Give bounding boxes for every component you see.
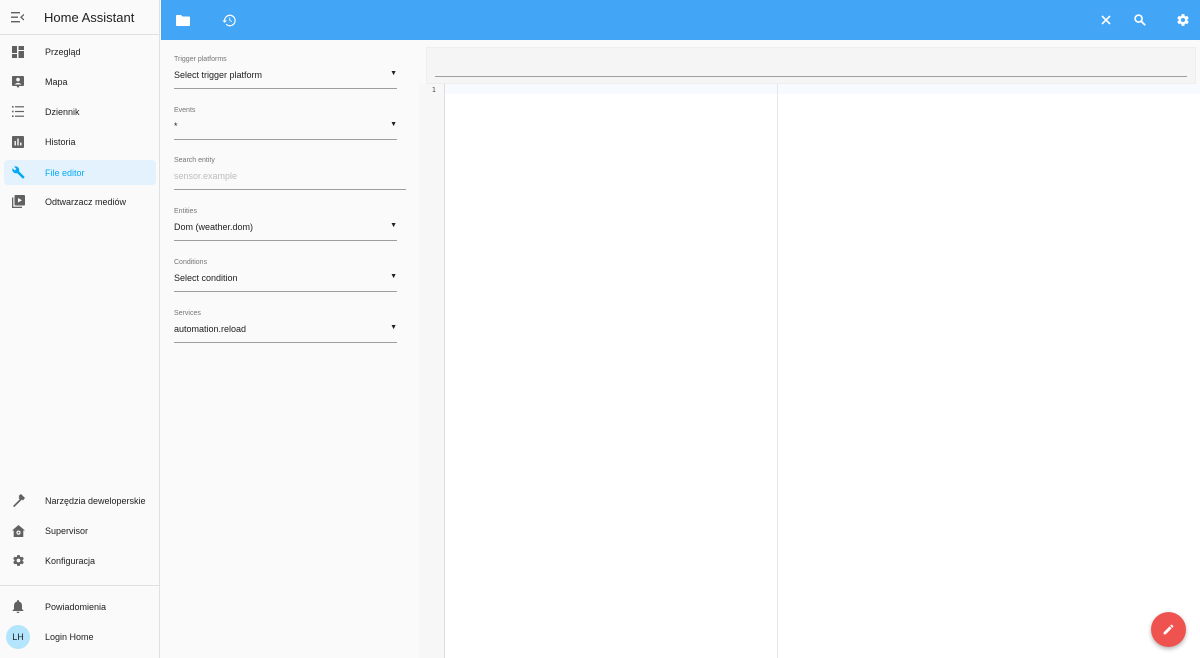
search-button[interactable] [1130, 10, 1150, 30]
field-value-row: Dom (weather.dom) ▼ [174, 222, 397, 232]
field-value: automation.reload [174, 324, 247, 334]
field-value: * [174, 121, 178, 131]
sidebar-item-label: Dziennik [45, 106, 80, 117]
edit-fab-button[interactable] [1151, 612, 1186, 647]
field-label: Events [174, 107, 196, 114]
field-underline [174, 139, 397, 140]
map-account-icon [5, 75, 31, 88]
logbook-list-icon [5, 106, 31, 117]
field-value: Select trigger platform [174, 70, 263, 80]
user-name: Login Home [45, 631, 94, 642]
dropdown-arrow-icon: ▼ [390, 70, 397, 77]
editor-gutter: 1 [419, 84, 445, 658]
events-select[interactable]: Events * ▼ [174, 107, 397, 140]
gear-icon [1177, 14, 1189, 26]
sidebar-item-historia[interactable]: Historia [4, 129, 156, 154]
dropdown-arrow-icon: ▼ [390, 324, 397, 331]
sidebar-item-label: Mapa [45, 76, 68, 87]
dropdown-arrow-icon: ▼ [390, 121, 397, 128]
field-underline [174, 240, 397, 241]
hammer-icon [5, 494, 31, 507]
sidebar-item-supervisor[interactable]: Supervisor [4, 518, 156, 543]
field-underline [174, 342, 397, 343]
field-value-row: * ▼ [174, 121, 397, 131]
avatar: LH [6, 624, 30, 649]
app-title: Home Assistant [44, 9, 135, 25]
dashboard-icon [5, 45, 31, 58]
print-margin [777, 84, 778, 658]
folder-icon [176, 14, 190, 26]
sidebar-item-przeglad[interactable]: Przegląd [4, 39, 156, 64]
search-entity-input[interactable]: Search entity sensor.example [174, 157, 406, 190]
code-editor[interactable]: 1 [419, 84, 1200, 658]
gear-icon [5, 554, 31, 567]
entities-select[interactable]: Entities Dom (weather.dom) ▼ [174, 208, 397, 241]
bell-icon [5, 600, 31, 613]
field-value-row: sensor.example [174, 171, 406, 181]
line-number: 1 [431, 86, 436, 94]
field-label: Conditions [174, 259, 208, 266]
sidebar-header: Home Assistant [0, 0, 159, 35]
file-path-underline [435, 76, 1187, 77]
field-underline [174, 189, 406, 190]
sidebar-divider [0, 585, 160, 586]
sidebar-item-konfiguracja[interactable]: Konfiguracja [4, 548, 156, 573]
field-label: Entities [174, 208, 197, 215]
sidebar-item-label: Narzędzia deweloperskie [45, 495, 146, 506]
sidebar-item-developer-tools[interactable]: Narzędzia deweloperskie [4, 488, 156, 513]
close-file-button[interactable] [1096, 10, 1116, 30]
avatar-wrapper: LH [5, 624, 31, 649]
field-underline [174, 88, 397, 89]
wrench-icon [5, 166, 31, 179]
field-value-row: Select trigger platform ▼ [174, 70, 397, 80]
sidebar-item-label: Historia [45, 136, 76, 147]
sidebar-item-dziennik[interactable]: Dziennik [4, 99, 156, 124]
sidebar-item-label: Konfiguracja [45, 555, 96, 566]
dropdown-arrow-icon: ▼ [390, 222, 397, 229]
conditions-select[interactable]: Conditions Select condition ▼ [174, 259, 397, 292]
field-underline [174, 291, 397, 292]
dropdown-arrow-icon: ▼ [390, 273, 397, 280]
field-value: Select condition [174, 273, 238, 283]
sidebar-item-media-player[interactable]: Odtwarzacz mediów [4, 189, 156, 214]
field-value-row: automation.reload ▼ [174, 324, 397, 334]
settings-button[interactable] [1173, 10, 1193, 30]
sidebar-item-notifications[interactable]: Powiadomienia [4, 594, 156, 619]
sidebar-item-label: File editor [45, 167, 85, 178]
helper-panel: Trigger platforms Select trigger platfor… [161, 40, 417, 658]
services-select[interactable]: Services automation.reload ▼ [174, 310, 397, 343]
history-icon [222, 14, 236, 26]
sidebar-item-label: Supervisor [45, 525, 89, 536]
recent-files-button[interactable] [219, 10, 239, 30]
search-icon [1134, 14, 1146, 26]
sidebar-item-label: Powiadomienia [45, 601, 107, 612]
close-icon [1101, 15, 1111, 25]
field-value-row: Select condition ▼ [174, 273, 397, 283]
field-placeholder: sensor.example [174, 171, 238, 181]
sidebar-item-label: Przegląd [45, 46, 81, 57]
open-file-browser-button[interactable] [173, 10, 193, 30]
sidebar: Home Assistant Przegląd Mapa Dziennik Hi… [0, 0, 160, 658]
field-label: Search entity [174, 157, 215, 164]
active-line-highlight [445, 84, 1200, 94]
trigger-platforms-select[interactable]: Trigger platforms Select trigger platfor… [174, 56, 397, 89]
menu-open-icon [11, 11, 24, 22]
sidebar-item-file-editor[interactable]: File editor [4, 160, 156, 185]
menu-toggle-button[interactable] [0, 0, 35, 35]
field-label: Trigger platforms [174, 56, 227, 63]
sidebar-item-user[interactable]: LH Login Home [4, 624, 156, 649]
history-chart-icon [5, 135, 31, 148]
field-value: Dom (weather.dom) [174, 222, 254, 232]
sidebar-item-label: Odtwarzacz mediów [45, 196, 127, 207]
sidebar-item-mapa[interactable]: Mapa [4, 69, 156, 94]
file-path-bar[interactable] [426, 47, 1196, 84]
pencil-icon [1163, 624, 1174, 635]
supervisor-home-icon [5, 524, 31, 537]
field-label: Services [174, 310, 201, 317]
media-player-icon [5, 195, 31, 208]
toolbar [161, 0, 1200, 40]
